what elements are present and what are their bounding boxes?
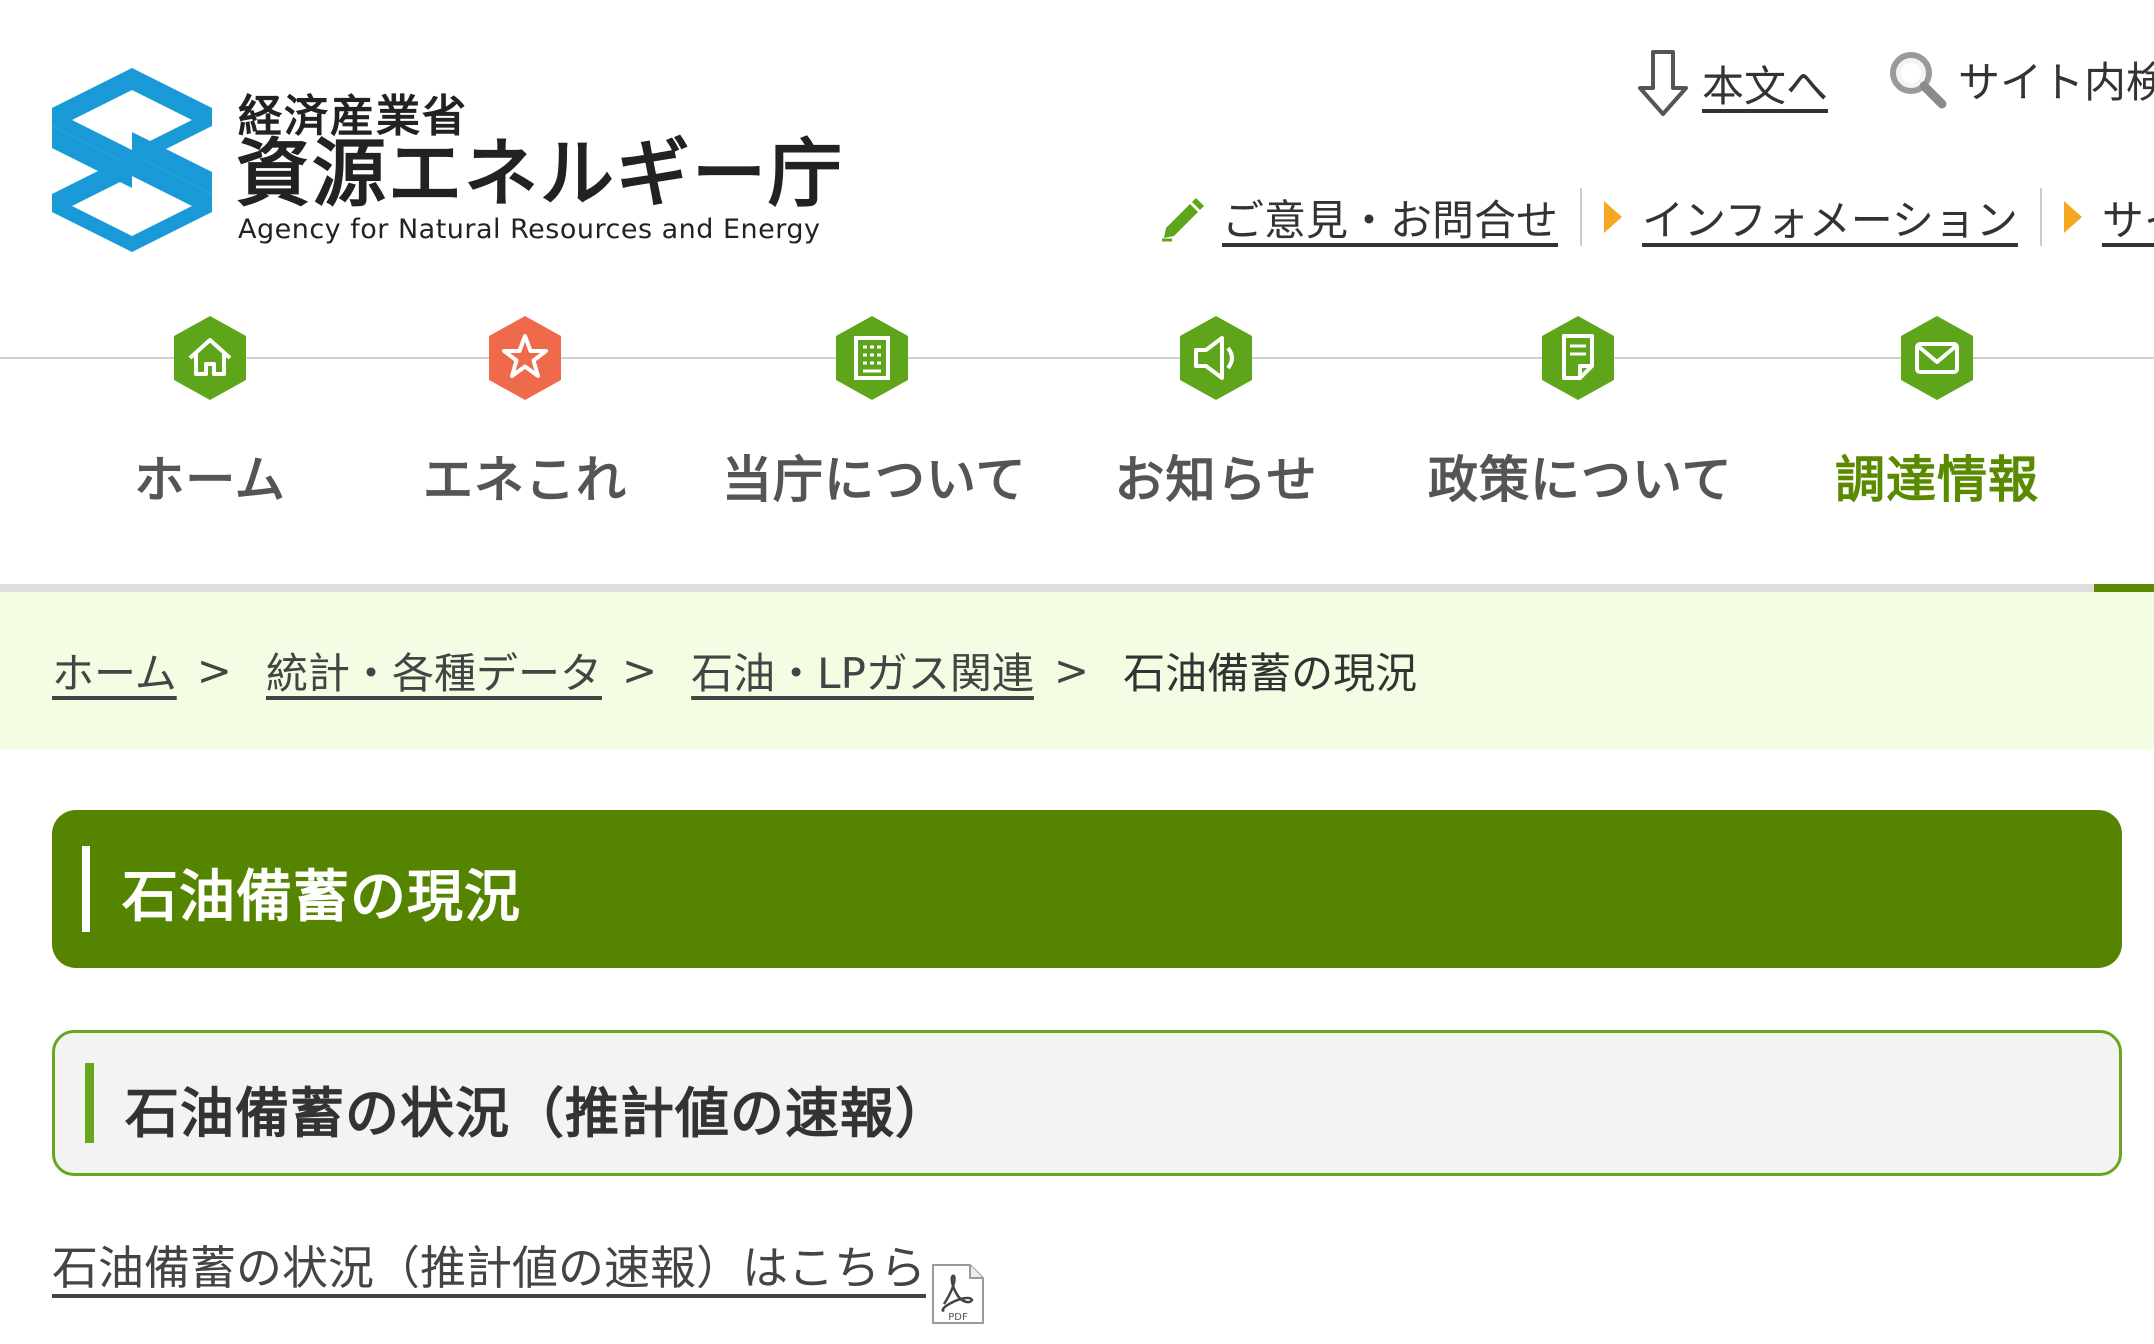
nav-label-procurement: 調達情報 [1835,451,2039,509]
util-divider [1580,188,1583,246]
util-link-sitemap[interactable]: サイ [2102,187,2154,248]
nav-item-enekore[interactable]: エネこれ [375,300,675,530]
nav-item-procurement[interactable]: 調達情報 [1787,300,2087,530]
document-icon [1542,316,1614,400]
page-title: 石油備蓄の現況 [122,865,521,930]
home-icon [174,316,246,400]
utility-nav: ご意見・お問合せ インフォメーション サイ [1158,186,2154,248]
breadcrumb-separator: > [196,646,232,695]
nav-label-policy: 政策について [1428,451,1733,509]
building-icon [836,316,908,400]
triangle-right-icon [2063,201,2082,233]
breadcrumb-current: 石油備蓄の現況 [1123,649,1418,698]
nav-label-enekore: エネこれ [423,451,627,509]
pdf-file-icon[interactable]: PDF [930,1262,986,1326]
agency-logo[interactable]: 経済産業省 資源エネルギー庁 Agency for Natural Resour… [52,68,842,258]
oil-stockpile-report-link[interactable]: 石油備蓄の状況（推計値の速報）はこちら [52,1232,926,1298]
breadcrumb: ホーム > 統計・各種データ > 石油・LPガス関連 > 石油備蓄の現況 [0,592,2154,750]
nav-label-about: 当庁について [722,451,1027,509]
global-nav: ホーム エネこれ 当庁について お知らせ 政策について 調達情報 [0,300,2154,592]
skip-to-content-link[interactable]: 本文へ [1702,53,1828,114]
util-divider [2039,188,2042,246]
breadcrumb-separator: > [621,646,658,695]
util-link-information[interactable]: インフォメーション [1642,187,2018,248]
page-title-bar: 石油備蓄の現況 [52,810,2122,968]
envelope-icon [1901,316,1973,400]
breadcrumb-link-oil-lpg[interactable]: 石油・LPガス関連 [691,640,1034,701]
site-header: 経済産業省 資源エネルギー庁 Agency for Natural Resour… [0,0,2154,290]
logo-agency-name: 資源エネルギー庁 [236,131,844,217]
star-icon [489,316,561,400]
nav-item-about[interactable]: 当庁について [722,300,1027,530]
nav-item-news[interactable]: お知らせ [1066,300,1366,530]
report-link-row: 石油備蓄の状況（推計値の速報）はこちら PDF [52,1232,986,1324]
breadcrumb-separator: > [1053,646,1090,695]
nav-label-news: お知らせ [1114,451,1318,509]
arrow-down-icon [1638,50,1688,116]
site-search-label: サイト内検 [1958,57,2154,107]
util-item-contact[interactable]: ご意見・お問合せ [1158,186,1558,248]
triangle-right-icon [1604,201,1623,233]
logo-english-name: Agency for Natural Resources and Energy [238,214,821,245]
skip-to-content[interactable]: 本文へ [1636,48,1828,118]
heading-accent-bar [85,1063,94,1143]
breadcrumb-link-statistics[interactable]: 統計・各種データ [266,640,602,701]
pencil-icon [1162,198,1204,242]
nav-label-home: ホーム [134,451,286,509]
util-link-contact[interactable]: ご意見・お問合せ [1222,187,1558,248]
section-heading-box: 石油備蓄の状況（推計値の速報） [52,1030,2122,1176]
agency-logo-mark-icon [52,68,212,252]
nav-underline [0,584,2154,592]
site-search-button[interactable]: サイト内検 [1886,44,2154,114]
magnifier-icon [1890,52,1947,109]
breadcrumb-link-home[interactable]: ホーム [52,640,177,701]
pdf-badge-label: PDF [948,1312,968,1323]
nav-item-home[interactable]: ホーム [60,300,360,530]
breadcrumb-list: ホーム > 統計・各種データ > 石油・LPガス関連 > 石油備蓄の現況 [52,640,1417,701]
util-item-sitemap[interactable]: サイ [2063,186,2154,248]
util-item-information[interactable]: インフォメーション [1604,186,2018,248]
nav-item-policy[interactable]: 政策について [1428,300,1733,530]
megaphone-icon [1180,316,1252,400]
nav-active-indicator [2094,584,2154,592]
title-accent-bar [82,846,90,932]
section-heading: 石油備蓄の状況（推計値の速報） [125,1082,950,1145]
